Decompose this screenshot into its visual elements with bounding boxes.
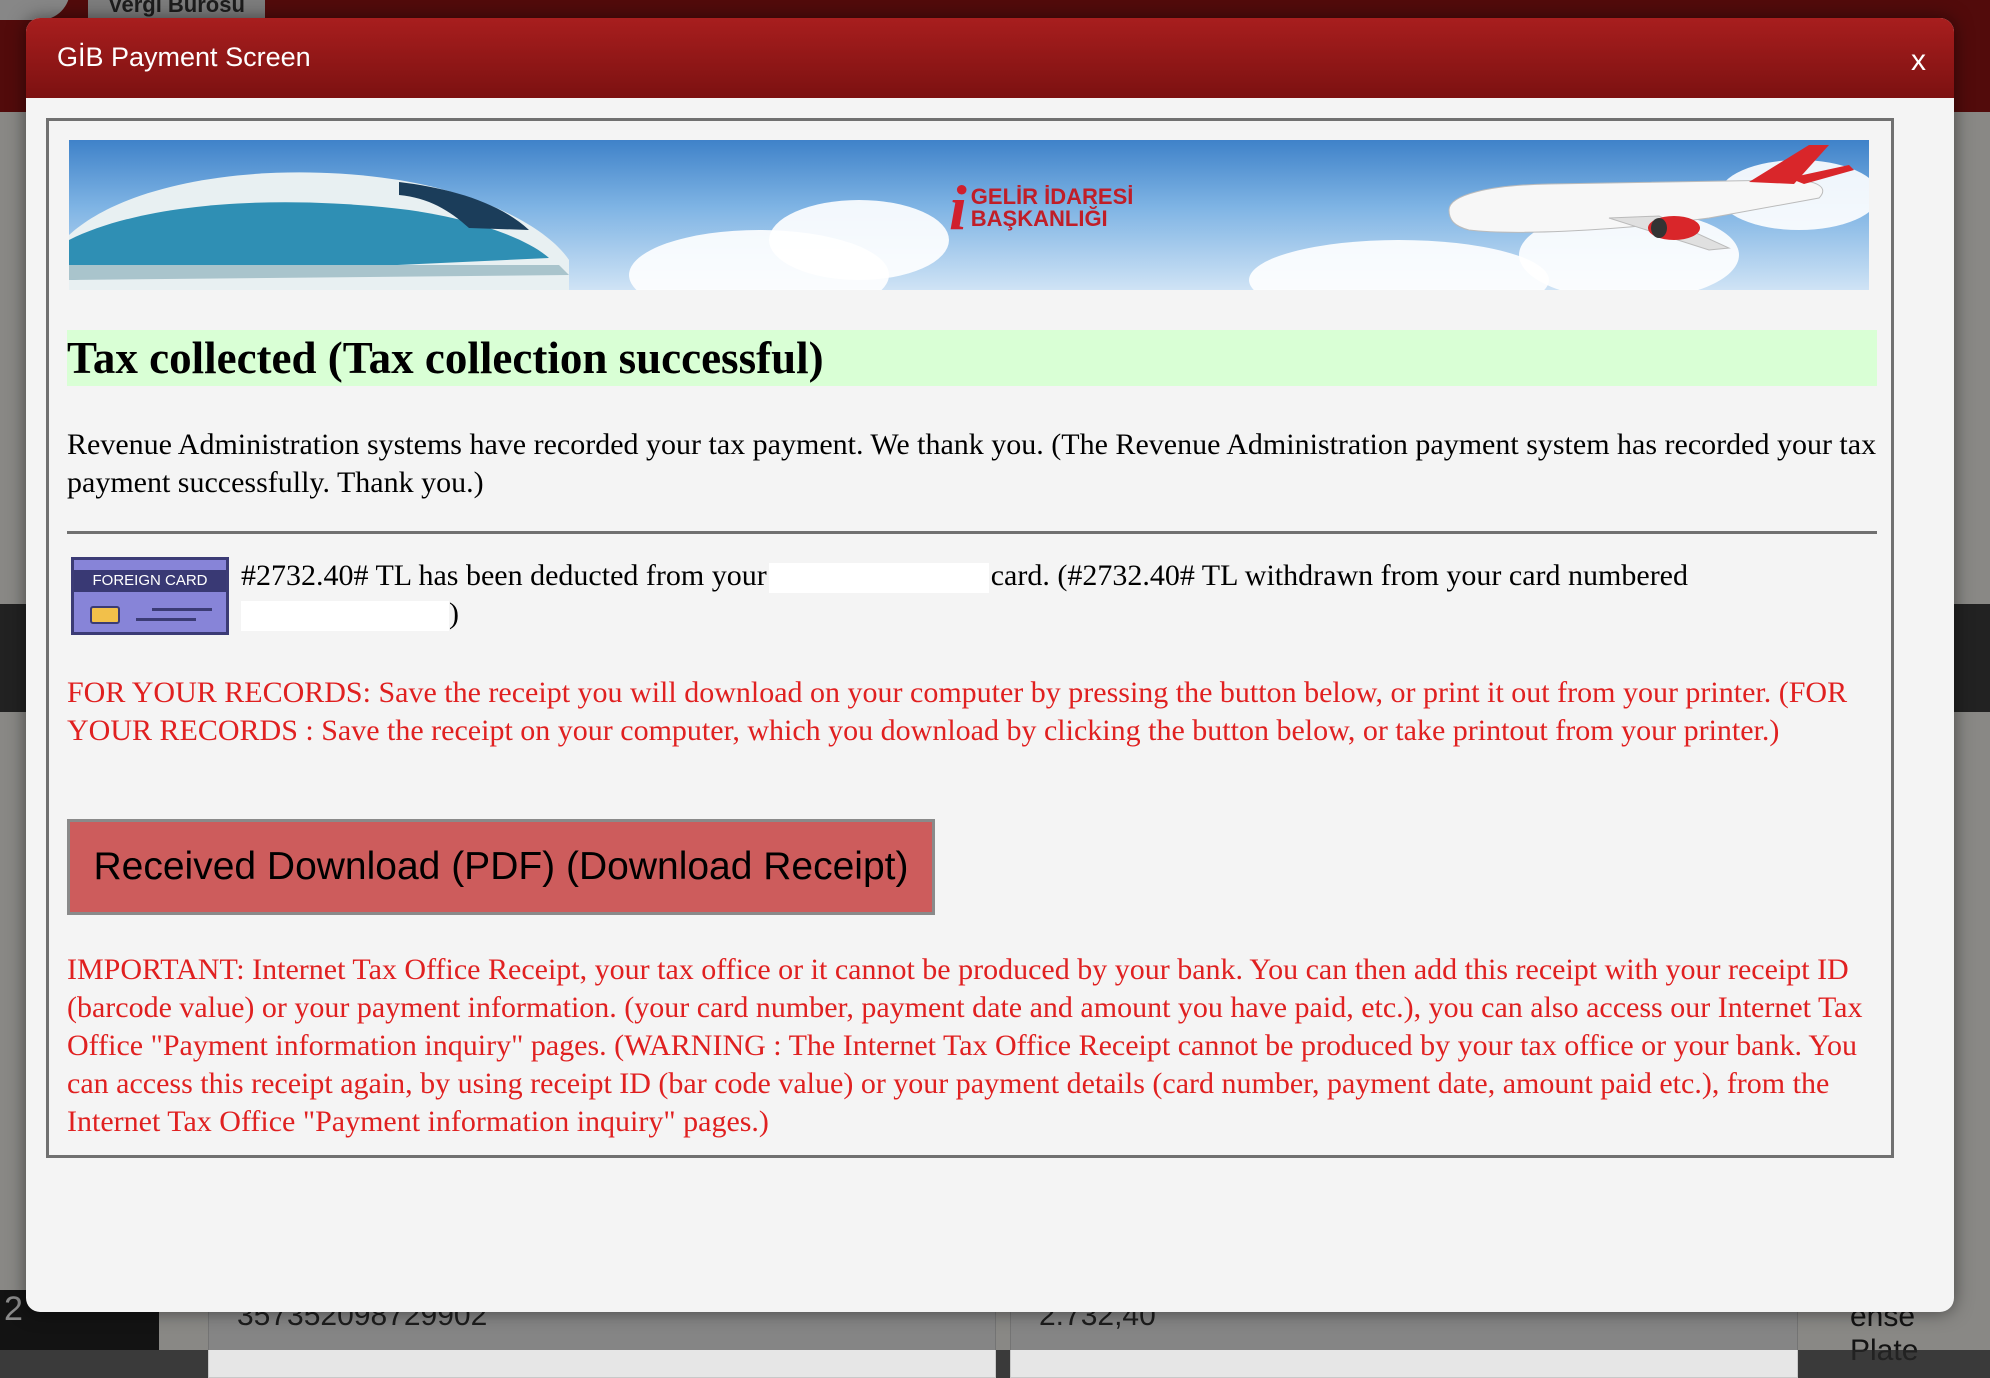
modal-title: GİB Payment Screen [57,42,311,72]
divider [67,531,1877,534]
deduction-text-part3: ) [449,597,459,630]
payment-modal: GİB Payment Screen x i GELİR İDARESİ BAŞ… [26,18,1954,1312]
important-note: IMPORTANT: Internet Tax Office Receipt, … [67,953,1863,1138]
gib-logo-mark: i [949,172,967,243]
gib-logo-line1: GELİR İDARESİ [970,184,1134,209]
deduction-text-part2: card. (#2732.40# TL withdrawn from your … [990,559,1688,592]
success-heading: Tax collected (Tax collection successful… [67,330,1877,386]
records-note: FOR YOUR RECORDS: Save the receipt you w… [67,676,1848,747]
train-icon [69,172,569,290]
gib-logo: i GELİR İDARESİ BAŞKANLIĞI [949,172,1134,243]
content-frame: i GELİR İDARESİ BAŞKANLIĞI Tax collected… [46,118,1894,1158]
download-receipt-button[interactable]: Received Download (PDF) (Download Receip… [67,819,935,915]
modal-header: GİB Payment Screen x [26,18,1954,98]
deduction-text-part1: #2732.40# TL has been deducted from your [241,559,767,592]
close-button[interactable]: x [1911,44,1926,78]
foreign-card-icon: FOREIGN CARD [71,557,229,635]
card-icon-label: FOREIGN CARD [92,572,208,589]
masked-card-number [768,563,989,594]
gib-logo-line2: BAŞKANLIĞI [970,206,1108,231]
gib-banner: i GELİR İDARESİ BAŞKANLIĞI [69,140,1869,290]
airplane-icon [1448,145,1854,251]
card-deduction-row: FOREIGN CARD #2732.40# TL has been deduc… [71,557,1877,637]
payment-recorded-message: Revenue Administration systems have reco… [67,428,1877,499]
deduction-text: #2732.40# TL has been deducted from your… [241,557,1877,633]
masked-card-number-2 [241,601,449,632]
